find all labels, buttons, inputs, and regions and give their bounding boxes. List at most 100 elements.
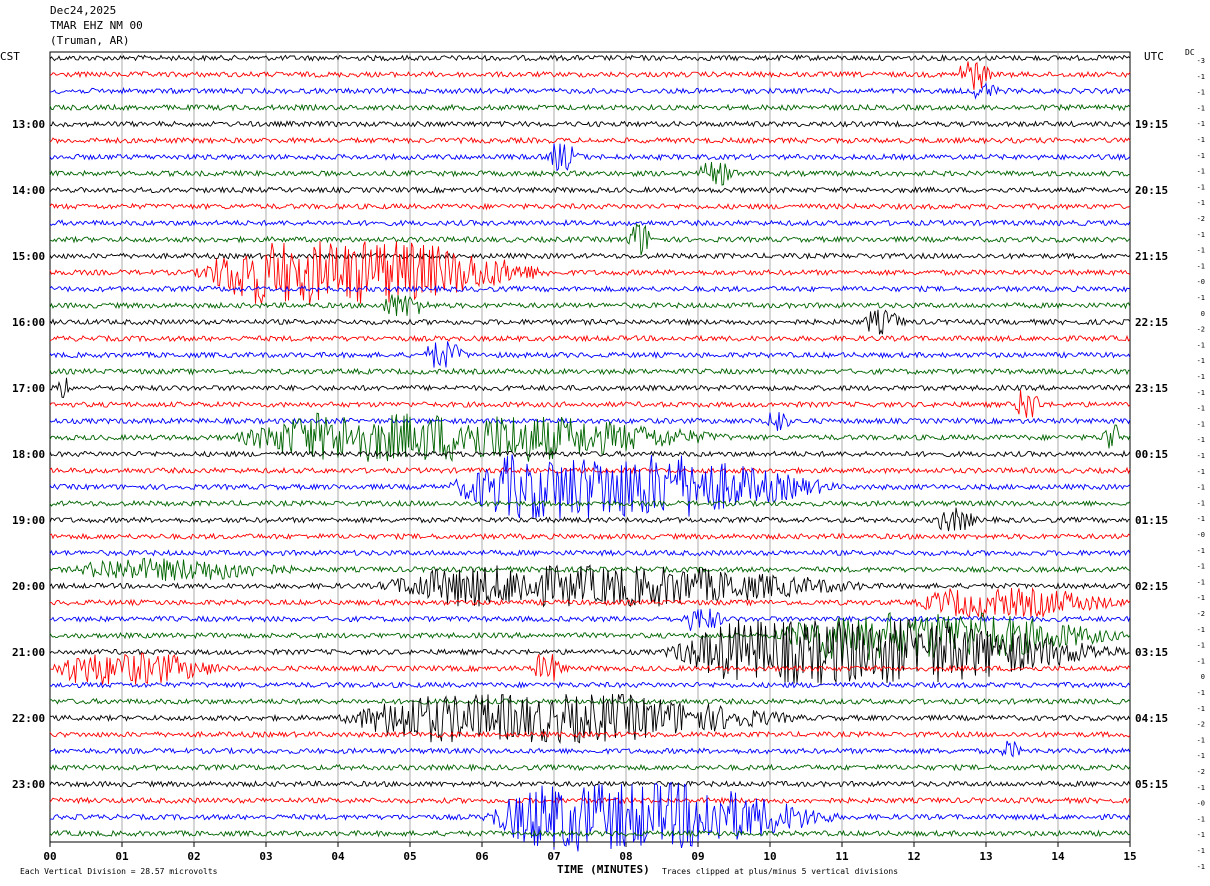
x-tick-label: 02 — [187, 850, 200, 863]
dc-offset-label: -3 — [1197, 57, 1205, 65]
x-axis-ticks: 00 01 02 03 04 05 06 07 08 09 10 11 12 13 14 15 — [43, 842, 1137, 863]
dc-offset-label: -1 — [1197, 405, 1205, 413]
dc-offset-label: 0 — [1201, 310, 1205, 318]
left-hour-label: 21:00 — [12, 646, 45, 659]
dc-offset-label: -1 — [1197, 183, 1205, 191]
dc-offset-label: -1 — [1197, 468, 1205, 476]
dc-offset-label: -1 — [1197, 89, 1205, 97]
dc-offset-label: -1 — [1197, 736, 1205, 744]
dc-offset-label: -0 — [1197, 531, 1205, 539]
dc-offset-label: -1 — [1197, 452, 1205, 460]
helicorder-plot: 00 01 02 03 04 05 06 07 08 09 10 11 12 13 14 15 13:0014… — [12, 51, 1205, 871]
x-tick-label: 15 — [1123, 850, 1136, 863]
x-tick-label: 04 — [331, 850, 345, 863]
x-tick-label: 03 — [259, 850, 272, 863]
clip-note: Traces clipped at plus/minus 5 vertical … — [662, 867, 899, 876]
left-hour-label: 14:00 — [12, 184, 45, 197]
x-tick-label: 13 — [979, 850, 992, 863]
dc-offset-label: -1 — [1197, 657, 1205, 665]
dc-offset-label: -1 — [1197, 752, 1205, 760]
dc-offset-label: -1 — [1197, 594, 1205, 602]
dc-offset-label: -1 — [1197, 563, 1205, 571]
x-tick-label: 09 — [691, 850, 704, 863]
dc-offset-label: -1 — [1197, 626, 1205, 634]
x-tick-label: 06 — [475, 850, 489, 863]
right-hour-label: 03:15 — [1135, 646, 1168, 659]
right-hour-labels: 19:15 20:15 21:15 22:15 23:15 00:15 01:15 02:15… — [1135, 118, 1168, 791]
right-hour-label: 19:15 — [1135, 118, 1168, 131]
dc-offset-label: -1 — [1197, 231, 1205, 239]
right-hour-label: 05:15 — [1135, 778, 1168, 791]
dc-offset-label: -1 — [1197, 436, 1205, 444]
dc-offset-label: -1 — [1197, 373, 1205, 381]
dc-offset-label: -1 — [1197, 152, 1205, 160]
x-tick-label: 14 — [1051, 850, 1065, 863]
x-tick-label: 11 — [835, 850, 849, 863]
dc-label: DC — [1185, 48, 1195, 57]
dc-offset-label: -1 — [1197, 104, 1205, 112]
station-label: TMAR EHZ NM 00 — [50, 19, 143, 32]
x-tick-label: 05 — [403, 850, 416, 863]
dc-offset-label: -0 — [1197, 800, 1205, 808]
dc-offset-label: -1 — [1197, 499, 1205, 507]
location-label: (Truman, AR) — [50, 34, 130, 47]
right-hour-label: 20:15 — [1135, 184, 1168, 197]
dc-offset-label: -1 — [1197, 515, 1205, 523]
dc-offset-label: -1 — [1197, 247, 1205, 255]
dc-offset-label: -1 — [1197, 168, 1205, 176]
right-hour-label: 00:15 — [1135, 448, 1168, 461]
right-hour-label: 22:15 — [1135, 316, 1168, 329]
dc-offset-label: -1 — [1197, 642, 1205, 650]
right-hour-label: 04:15 — [1135, 712, 1168, 725]
left-hour-label: 20:00 — [12, 580, 45, 593]
left-hour-label: 22:00 — [12, 712, 45, 725]
x-tick-label: 07 — [547, 850, 560, 863]
dc-offset-label: -1 — [1197, 199, 1205, 207]
dc-offset-label: -1 — [1197, 389, 1205, 397]
dc-offset-label: -1 — [1197, 341, 1205, 349]
x-tick-label: 00 — [43, 850, 56, 863]
plot-frame — [49, 51, 1131, 843]
dc-offset-label: -2 — [1197, 768, 1205, 776]
dc-offset-label: -1 — [1197, 831, 1205, 839]
left-hour-label: 23:00 — [12, 778, 45, 791]
dc-offset-label: -1 — [1197, 784, 1205, 792]
dc-offset-label: -2 — [1197, 610, 1205, 618]
dc-offset-label: -1 — [1197, 863, 1205, 871]
dc-offset-label: -1 — [1197, 578, 1205, 586]
left-timezone-label: CST — [0, 50, 20, 63]
dc-offset-label: 0 — [1201, 673, 1205, 681]
dc-offset-label: -1 — [1197, 136, 1205, 144]
right-hour-label: 21:15 — [1135, 250, 1168, 263]
left-hour-labels: 13:00 14:00 15:00 16:00 17:00 18:00 19:00 20:00… — [12, 118, 45, 791]
right-timezone-label: UTC — [1144, 50, 1164, 63]
x-tick-label: 12 — [907, 850, 920, 863]
left-hour-label: 17:00 — [12, 382, 45, 395]
right-hour-label: 02:15 — [1135, 580, 1168, 593]
dc-offset-label: -1 — [1197, 357, 1205, 365]
x-tick-label: 08 — [619, 850, 632, 863]
dc-offset-label: -1 — [1197, 547, 1205, 555]
dc-offset-label: -1 — [1197, 73, 1205, 81]
right-hour-label: 23:15 — [1135, 382, 1168, 395]
date-label: Dec24,2025 — [50, 4, 117, 17]
dc-offset-label: -2 — [1197, 721, 1205, 729]
dc-offset-label: -1 — [1197, 847, 1205, 855]
scale-note: Each Vertical Division = 28.57 microvolt… — [20, 867, 218, 876]
left-hour-label: 13:00 — [12, 118, 45, 131]
left-hour-label: 15:00 — [12, 250, 45, 263]
dc-offset-label: -1 — [1197, 689, 1205, 697]
left-hour-label: 16:00 — [12, 316, 45, 329]
dc-offset-label: -1 — [1197, 815, 1205, 823]
dc-offset-label: -1 — [1197, 294, 1205, 302]
dc-offset-label: -0 — [1197, 278, 1205, 286]
dc-offset-labels: -3 -1 -1 -1 -1 -1 -1 -1 -1 -1 -2 -1 -1 -1 -0 -1 0 -2 -1 -1 -… — [1197, 57, 1205, 871]
x-axis-title: TIME (MINUTES) — [555, 863, 652, 876]
right-hour-label: 01:15 — [1135, 514, 1168, 527]
dc-offset-label: -2 — [1197, 326, 1205, 334]
dc-offset-label: -1 — [1197, 705, 1205, 713]
dc-offset-label: -1 — [1197, 484, 1205, 492]
x-tick-label: 01 — [115, 850, 129, 863]
dc-offset-label: -2 — [1197, 215, 1205, 223]
dc-offset-label: -1 — [1197, 262, 1205, 270]
